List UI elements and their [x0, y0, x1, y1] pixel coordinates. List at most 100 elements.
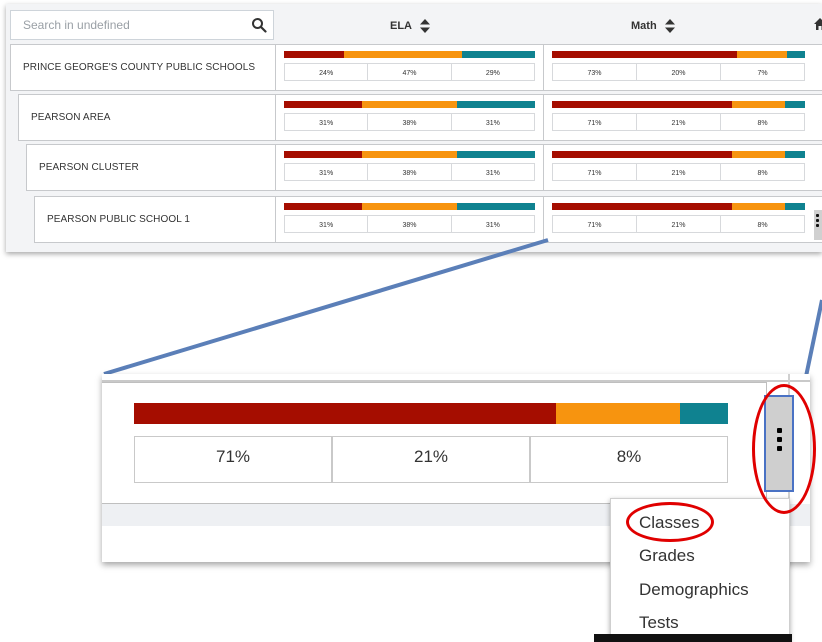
bar-segment-below: [552, 151, 732, 158]
column-header-ela[interactable]: ELA: [390, 16, 430, 36]
ela-cell: 31% 38% 31%: [275, 95, 543, 140]
ela-percent-value: 38%: [367, 164, 450, 180]
bar-segment-approaching: [361, 101, 458, 108]
column-header-label: ELA: [390, 20, 412, 32]
sort-icon[interactable]: [420, 19, 430, 33]
more-options-button-zoomed[interactable]: [764, 395, 794, 492]
ela-percent-row: 31% 38% 31%: [284, 215, 535, 233]
zoomed-cell: 71% 21% 8%: [102, 382, 767, 504]
menu-item-tests[interactable]: Tests: [639, 609, 679, 637]
zoomed-percent-value: 71%: [215, 446, 251, 466]
math-percent-value: 8%: [720, 114, 804, 130]
ela-percent-value: 31%: [450, 114, 534, 130]
ela-percent-row: 31% 38% 31%: [284, 163, 535, 181]
math-percent-value: 71%: [587, 222, 602, 229]
bar-segment-approaching: [731, 203, 785, 210]
bar-segment-below: [284, 101, 362, 108]
ela-percent-value: 38%: [367, 114, 450, 130]
math-percent-value: 21%: [636, 216, 720, 232]
row-name: PRINCE GEORGE'S COUNTY PUBLIC SCHOOLS: [23, 62, 256, 73]
menu-item-demographics[interactable]: Demographics: [639, 576, 749, 604]
bar-segment-below: [284, 203, 362, 210]
bar-segment-meets: [680, 403, 728, 424]
table-row[interactable]: PEARSON AREA 31% 38% 31% 71% 21% 8%: [18, 94, 822, 141]
math-percent-value: 7%: [720, 64, 804, 80]
ela-proficiency-bar: [284, 203, 535, 210]
math-percent-value: 71%: [587, 170, 602, 177]
search-box[interactable]: [10, 10, 274, 40]
ela-cell: 24% 47% 29%: [275, 45, 543, 90]
bar-segment-approaching: [555, 403, 681, 424]
math-percent-row: 71% 21% 8%: [552, 113, 805, 131]
math-proficiency-bar: [552, 51, 805, 58]
bar-segment-approaching: [731, 101, 785, 108]
zoomed-proficiency-bar: [134, 403, 728, 424]
math-cell: 73% 20% 7%: [543, 45, 813, 90]
table-row[interactable]: PEARSON CLUSTER 31% 38% 31% 71% 21% 8%: [26, 144, 822, 191]
row-name: PEARSON CLUSTER: [39, 162, 139, 173]
search-input[interactable]: [11, 11, 241, 39]
math-cell: 71% 21% 8%: [543, 197, 813, 242]
bar-segment-below: [284, 151, 362, 158]
math-percent-row: 71% 21% 8%: [552, 163, 805, 181]
ela-percent-value: 31%: [319, 120, 334, 127]
math-proficiency-bar: [552, 101, 805, 108]
sort-icon[interactable]: [664, 19, 675, 33]
bar-segment-meets: [457, 203, 535, 210]
bar-segment-meets: [787, 51, 805, 58]
home-icon[interactable]: [814, 18, 822, 30]
row-name: PEARSON AREA: [31, 112, 111, 123]
bar-segment-meets: [784, 203, 805, 210]
ela-cell: 31% 38% 31%: [275, 197, 543, 242]
row-name: PEARSON PUBLIC SCHOOL 1: [47, 214, 191, 225]
math-percent-row: 73% 20% 7%: [552, 63, 805, 81]
ela-percent-value: 31%: [450, 164, 534, 180]
bar-segment-approaching: [361, 203, 458, 210]
math-percent-value: 21%: [636, 114, 720, 130]
ela-proficiency-bar: [284, 101, 535, 108]
ela-percent-value: 31%: [319, 222, 334, 229]
bar-segment-below: [284, 51, 345, 58]
ela-percent-value: 38%: [367, 216, 450, 232]
math-percent-value: 21%: [636, 164, 720, 180]
math-percent-value: 8%: [720, 216, 804, 232]
zoomed-percent-value: 8%: [529, 437, 727, 482]
options-menu: Classes Grades Demographics Tests: [610, 498, 790, 642]
bar-segment-meets: [457, 151, 535, 158]
bar-segment-meets: [462, 51, 535, 58]
ela-proficiency-bar: [284, 51, 535, 58]
search-icon[interactable]: [251, 17, 267, 33]
zoomed-percent-row: 71% 21% 8%: [134, 436, 728, 483]
menu-item-classes[interactable]: Classes: [639, 509, 699, 537]
ela-cell: 31% 38% 31%: [275, 145, 543, 190]
table-row[interactable]: PRINCE GEORGE'S COUNTY PUBLIC SCHOOLS 24…: [10, 44, 822, 91]
ela-percent-value: 31%: [319, 170, 334, 177]
more-options-button[interactable]: [814, 210, 822, 240]
table-row[interactable]: PEARSON PUBLIC SCHOOL 1 31% 38% 31% 71% …: [34, 196, 822, 243]
math-cell: 71% 21% 8%: [543, 95, 813, 140]
bar-segment-approaching: [361, 151, 458, 158]
math-percent-value: 8%: [720, 164, 804, 180]
ela-percent-value: 47%: [367, 64, 450, 80]
ela-percent-value: 29%: [450, 64, 534, 80]
math-percent-value: 71%: [587, 120, 602, 127]
bar-segment-approaching: [736, 51, 788, 58]
math-proficiency-bar: [552, 151, 805, 158]
bar-segment-meets: [784, 101, 805, 108]
ela-percent-value: 31%: [450, 216, 534, 232]
bar-segment-below: [134, 403, 556, 424]
bar-segment-meets: [457, 101, 535, 108]
bar-segment-below: [552, 51, 737, 58]
bar-segment-approaching: [344, 51, 463, 58]
column-header-math[interactable]: Math: [631, 16, 675, 36]
menu-item-grades[interactable]: Grades: [639, 542, 695, 570]
ela-percent-value: 24%: [319, 70, 334, 77]
bar-segment-approaching: [731, 151, 785, 158]
math-percent-value: 73%: [587, 70, 602, 77]
ela-percent-row: 31% 38% 31%: [284, 113, 535, 131]
math-proficiency-bar: [552, 203, 805, 210]
math-cell: 71% 21% 8%: [543, 145, 813, 190]
bar-segment-meets: [784, 151, 805, 158]
zoomed-percent-value: 21%: [331, 437, 529, 482]
ela-proficiency-bar: [284, 151, 535, 158]
